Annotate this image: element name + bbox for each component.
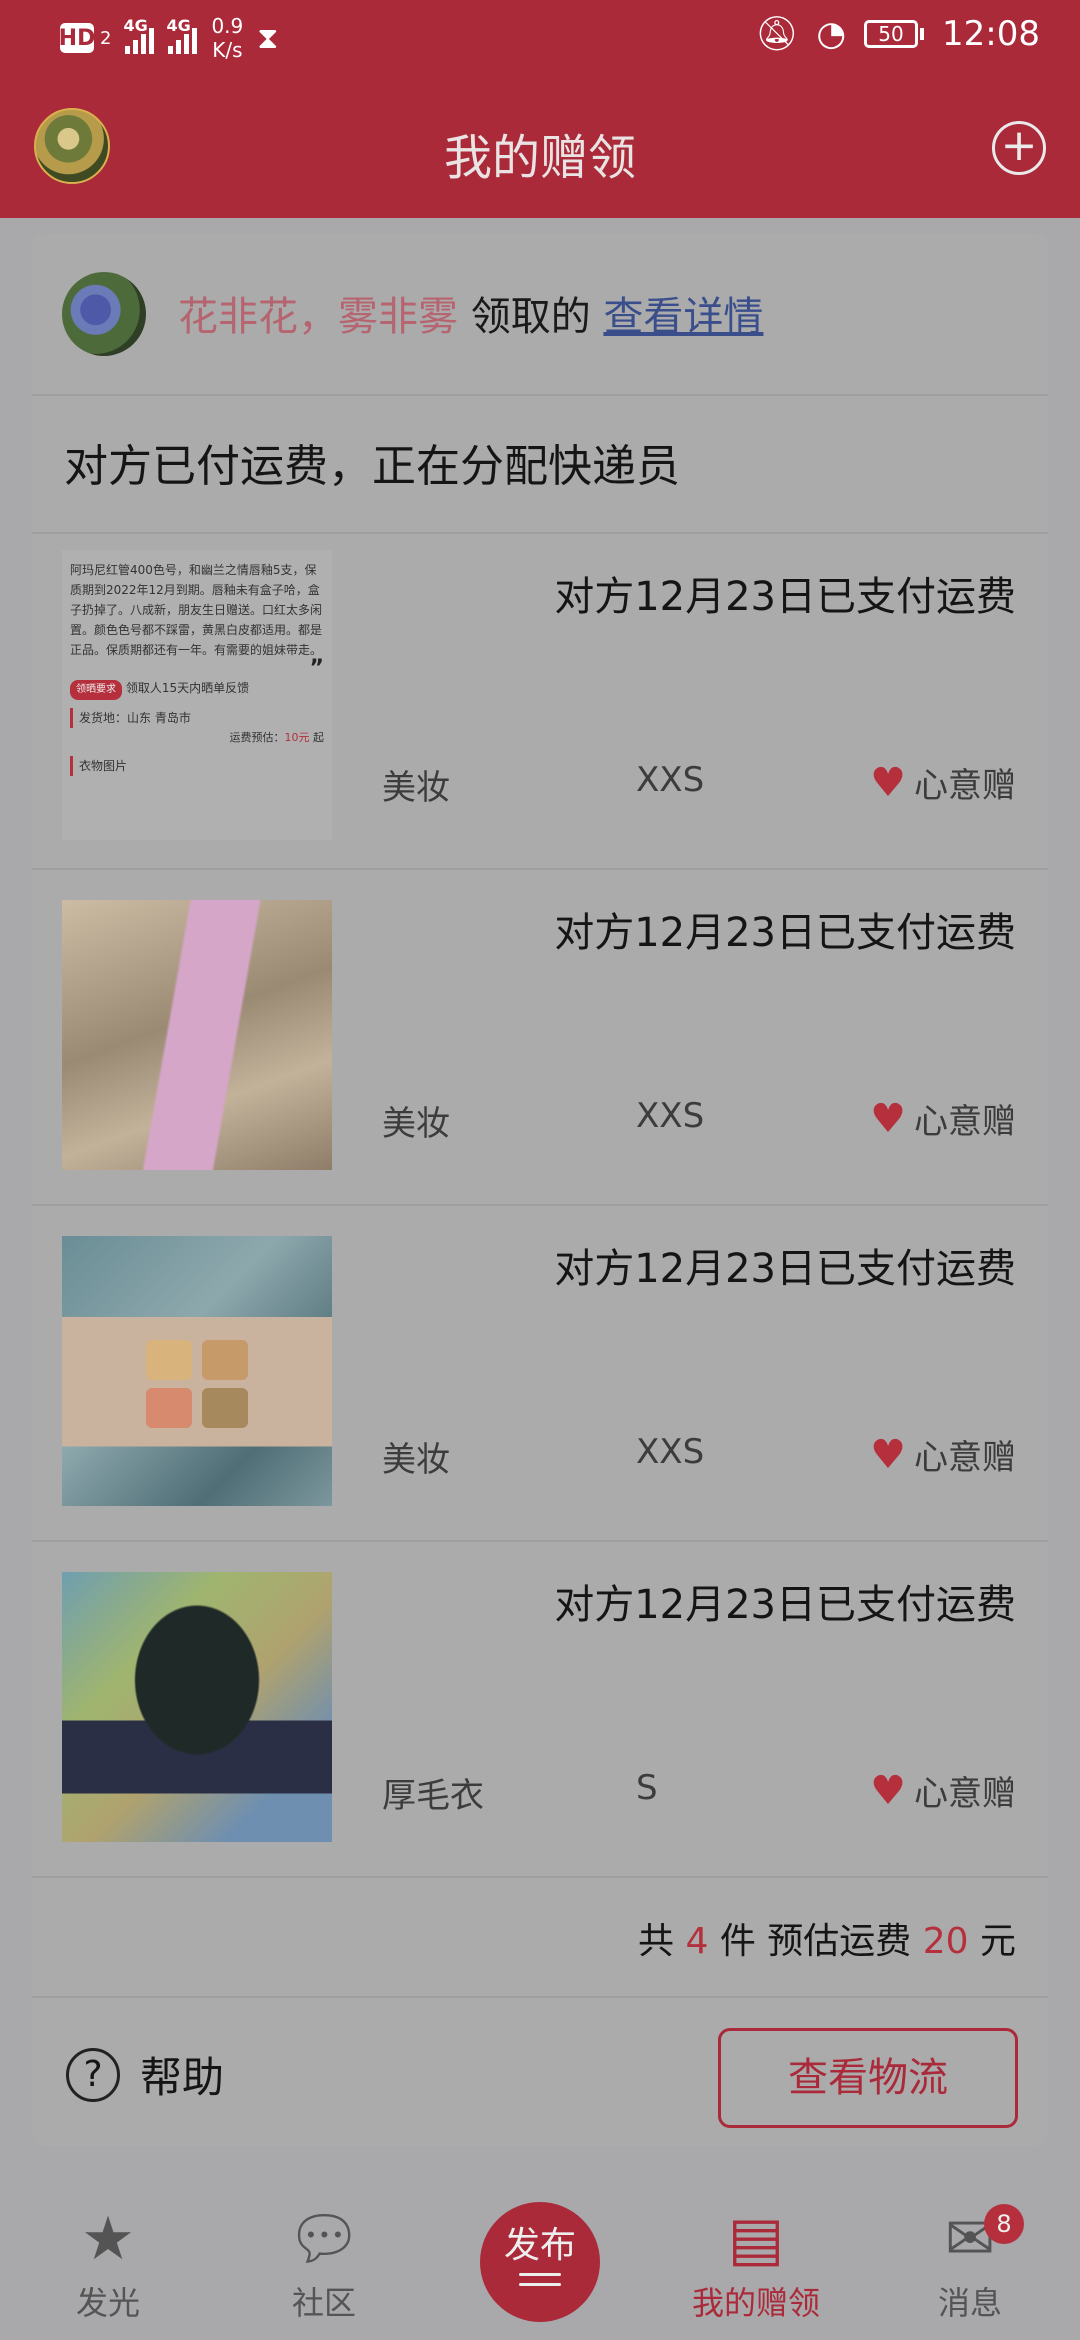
divider <box>32 1996 1048 1998</box>
question-icon: ? <box>66 2047 120 2102</box>
list-item[interactable]: 对方12月23日已支付运费 美妆 XXS ♥ 心意赠 <box>32 1206 1048 1542</box>
item-size: S <box>636 1768 658 1808</box>
item-size: XXS <box>636 760 705 800</box>
item-thumbnail <box>62 1236 332 1506</box>
list-item[interactable]: 对方12月23日已支付运费 美妆 XXS ♥ 心意赠 <box>32 870 1048 1206</box>
claimer-avatar[interactable] <box>62 272 146 356</box>
payment-status: 对方12月23日已支付运费 <box>554 1246 1016 1292</box>
item-thumbnail <box>62 900 332 1170</box>
claim-verb: 领取的 <box>458 294 604 340</box>
shipping-fee: 20 <box>922 1921 969 1962</box>
unread-badge: 8 <box>984 2204 1024 2244</box>
claim-card: 花非花，雾非雾 领取的 查看详情 对方已付运费，正在分配快递员 阿玛尼红管400… <box>32 234 1048 2146</box>
nav-item-messages[interactable]: ✉ 消息 8 <box>900 2204 1040 2324</box>
heart-icon: ♥ <box>870 1431 906 1478</box>
claimer-name[interactable]: 花非花，雾非雾 <box>178 294 458 340</box>
speedometer-icon: ◔ <box>816 14 847 54</box>
payment-status: 对方12月23日已支付运费 <box>554 574 1016 620</box>
star-icon: ★ <box>81 2204 135 2274</box>
heart-icon: ♥ <box>870 1767 906 1814</box>
status-bar: HD 2 4G 4G 0.9 K/s ⧗ 🔕︎ ◔ 50 12:08 <box>0 0 1080 74</box>
item-count: 4 <box>685 1921 709 1962</box>
gift-type: ♥ 心意赠 <box>870 1095 1016 1143</box>
hd-sub: 2 <box>100 27 112 49</box>
page-title: 我的赠领 <box>443 130 636 186</box>
item-size: XXS <box>636 1432 705 1472</box>
order-summary: 共 4 件 预估运费 20 元 <box>638 1921 1016 1962</box>
nav-item-faguang[interactable]: ★ 发光 <box>38 2204 178 2324</box>
list-item[interactable]: 对方12月23日已支付运费 厚毛衣 S ♥ 心意赠 <box>32 1542 1048 1878</box>
signal-icon-2: 4G <box>166 16 198 54</box>
claimer-row: 花非花，雾非雾 领取的 查看详情 <box>32 234 1048 394</box>
gift-type: ♥ 心意赠 <box>870 1767 1016 1815</box>
publish-button[interactable]: 发布 <box>480 2202 600 2322</box>
gift-box-icon: ▤ <box>727 2204 785 2274</box>
add-button[interactable]: + <box>992 121 1046 175</box>
payment-status: 对方12月23日已支付运费 <box>554 1582 1016 1628</box>
header-bar: HD 2 4G 4G 0.9 K/s ⧗ 🔕︎ ◔ 50 12:08 我的赠领 … <box>0 0 1080 218</box>
item-category: 厚毛衣 <box>382 1776 484 1816</box>
view-details-link[interactable]: 查看详情 <box>603 294 763 340</box>
chat-bubble-icon: 💬︎ <box>285 2204 363 2274</box>
item-thumbnail: 阿玛尼红管400色号，和幽兰之情唇釉5支，保质期到2022年12月到期。唇釉未有… <box>62 550 332 840</box>
heart-icon: ♥ <box>870 1095 906 1142</box>
gift-type: ♥ 心意赠 <box>870 1431 1016 1479</box>
menu-lines-icon <box>519 2273 561 2286</box>
view-logistics-button[interactable]: 查看物流 <box>718 2028 1018 2128</box>
item-thumbnail <box>62 1572 332 1842</box>
network-speed: 0.9 K/s <box>211 14 244 62</box>
gift-type: ♥ 心意赠 <box>870 759 1016 807</box>
help-label: 帮助 <box>140 2053 225 2102</box>
bell-off-icon: 🔕︎ <box>755 14 799 54</box>
item-size: XXS <box>636 1096 705 1136</box>
item-category: 美妆 <box>382 768 450 808</box>
order-status: 对方已付运费，正在分配快递员 <box>64 441 680 492</box>
bottom-nav: ★ 发光 💬︎ 社区 发布 ▤ 我的赠领 ✉ 消息 8 <box>0 2190 1080 2340</box>
heart-icon: ♥ <box>870 759 906 806</box>
plus-icon: + <box>1000 120 1038 171</box>
hd-icon: HD <box>59 23 95 53</box>
divider <box>32 394 1048 396</box>
hourglass-icon: ⧗ <box>257 20 279 56</box>
signal-icon: 4G <box>123 16 155 54</box>
help-button[interactable]: ? 帮助 <box>66 2044 224 2105</box>
nav-item-community[interactable]: 💬︎ 社区 <box>254 2204 394 2324</box>
battery-icon: 50 <box>864 20 925 48</box>
nav-item-my-claims[interactable]: ▤ 我的赠领 <box>666 2204 846 2324</box>
payment-status: 对方12月23日已支付运费 <box>554 910 1016 956</box>
clock: 12:08 <box>942 14 1040 54</box>
list-item[interactable]: 阿玛尼红管400色号，和幽兰之情唇釉5支，保质期到2022年12月到期。唇釉未有… <box>32 534 1048 870</box>
item-category: 美妆 <box>382 1440 450 1480</box>
item-category: 美妆 <box>382 1104 450 1144</box>
divider <box>32 1876 1048 1878</box>
